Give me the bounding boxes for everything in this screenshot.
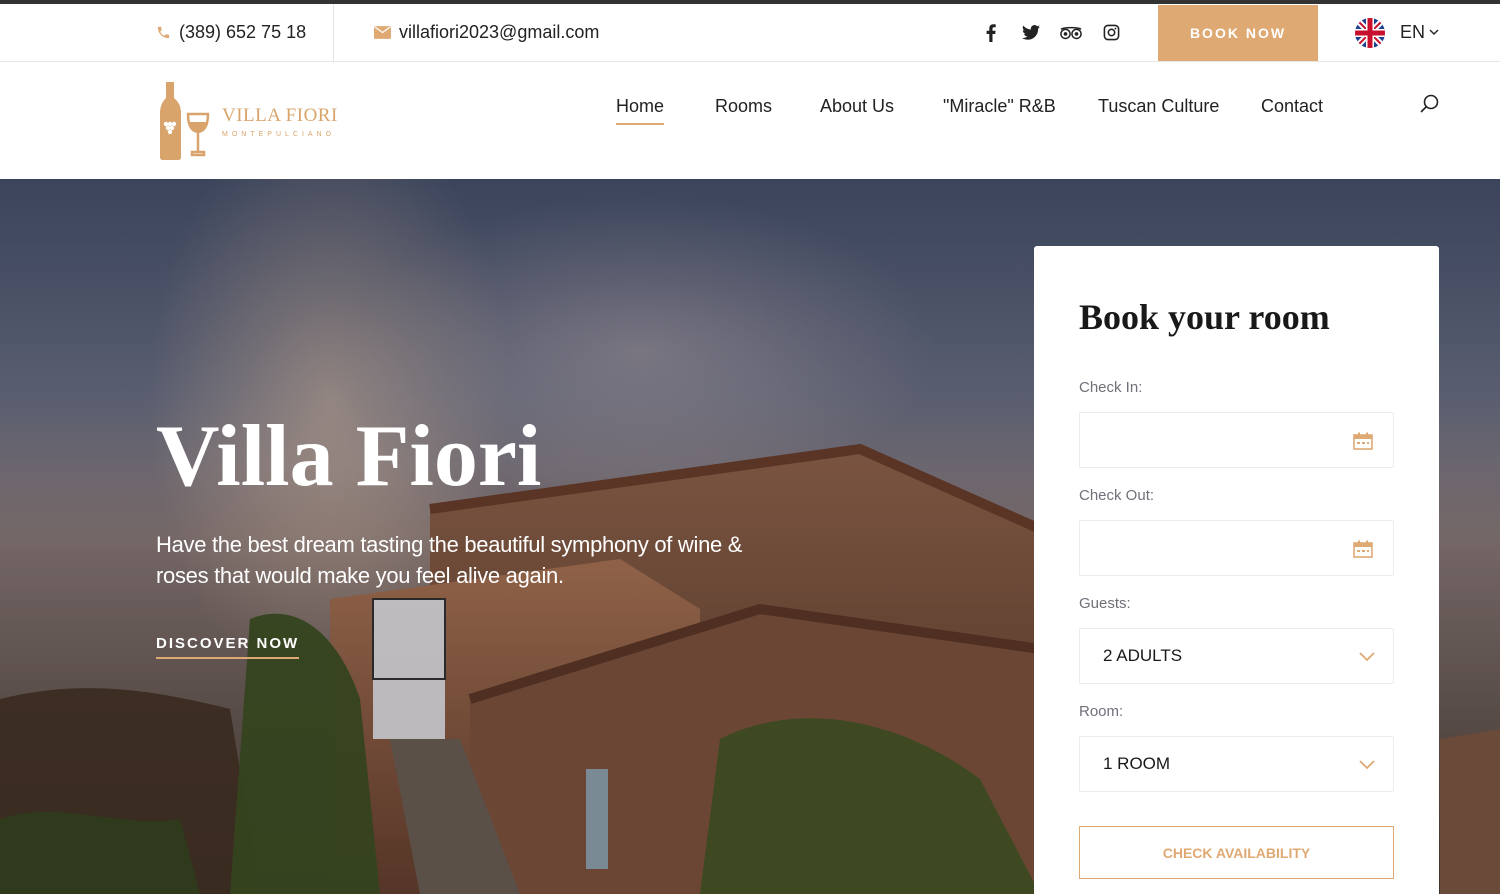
book-now-button[interactable]: BOOK NOW xyxy=(1158,5,1318,61)
tripadvisor-icon[interactable] xyxy=(1060,22,1082,44)
check-in-field[interactable] xyxy=(1079,412,1394,468)
check-in-input[interactable] xyxy=(1080,413,1393,467)
check-out-field[interactable] xyxy=(1079,520,1394,576)
booking-title: Book your room xyxy=(1079,297,1330,337)
room-label: Room: xyxy=(1079,703,1124,720)
search-icon[interactable] xyxy=(1419,93,1441,115)
chevron-down-icon xyxy=(1429,29,1439,36)
hero-subtitle: Have the best dream tasting the beautifu… xyxy=(156,532,743,588)
chevron-down-icon xyxy=(1359,649,1375,667)
check-in-label: Check In: xyxy=(1079,379,1143,396)
phone-number: (389) 652 75 18 xyxy=(179,22,307,42)
contact-phone[interactable]: (389) 652 75 18 xyxy=(156,4,306,61)
facebook-icon[interactable] xyxy=(980,22,1002,44)
hero-title: Villa Fiori xyxy=(156,408,542,505)
social-links xyxy=(980,4,1122,61)
language-selector[interactable]: EN xyxy=(1355,4,1439,61)
chevron-down-icon xyxy=(1359,757,1375,775)
check-availability-button[interactable]: CHECK AVAILABILITY xyxy=(1079,826,1394,879)
room-select[interactable]: 1 ROOM xyxy=(1079,736,1394,792)
check-out-input[interactable] xyxy=(1080,521,1393,575)
nav-item-miracle-rb[interactable]: "Miracle" R&B xyxy=(943,96,1056,123)
instagram-icon[interactable] xyxy=(1100,22,1122,44)
guests-label: Guests: xyxy=(1079,595,1131,612)
hero-section: Villa Fiori Have the best dream tasting … xyxy=(0,179,1500,894)
check-out-label: Check Out: xyxy=(1079,487,1155,504)
logo-name: VILLA FIORI xyxy=(222,105,338,126)
nav-item-rooms[interactable]: Rooms xyxy=(715,96,772,123)
site-logo[interactable]: VILLA FIORI MONTEPULCIANO xyxy=(158,78,338,165)
contact-email[interactable]: villafiori2023@gmail.com xyxy=(374,4,599,61)
discover-now-link[interactable]: DISCOVER NOW xyxy=(156,635,300,659)
language-code: EN xyxy=(1400,22,1426,42)
email-address: villafiori2023@gmail.com xyxy=(399,22,600,42)
logo-subtitle: MONTEPULCIANO xyxy=(222,131,336,138)
nav-item-home[interactable]: Home xyxy=(616,96,665,125)
logo-text: VILLA FIORI MONTEPULCIANO xyxy=(222,105,338,138)
booking-form: Book your room Check In: Check Out: Gues… xyxy=(1034,246,1439,894)
uk-flag-icon xyxy=(1355,17,1385,48)
main-header: VILLA FIORI MONTEPULCIANO Home Rooms Abo… xyxy=(0,62,1500,179)
nav-item-contact[interactable]: Contact xyxy=(1261,96,1323,123)
guests-value: 2 ADULTS xyxy=(1103,646,1183,665)
phone-icon xyxy=(156,25,171,40)
guests-select[interactable]: 2 ADULTS xyxy=(1079,628,1394,684)
envelope-icon xyxy=(374,26,391,39)
divider xyxy=(333,4,334,61)
twitter-icon[interactable] xyxy=(1020,22,1042,44)
nav-item-tuscan-culture[interactable]: Tuscan Culture xyxy=(1098,96,1219,123)
wine-bottle-glass-icon xyxy=(158,78,214,165)
room-value: 1 ROOM xyxy=(1103,754,1171,773)
top-bar: (389) 652 75 18 villafiori2023@gmail.com… xyxy=(0,0,1500,62)
nav-item-about-us[interactable]: About Us xyxy=(820,96,894,123)
